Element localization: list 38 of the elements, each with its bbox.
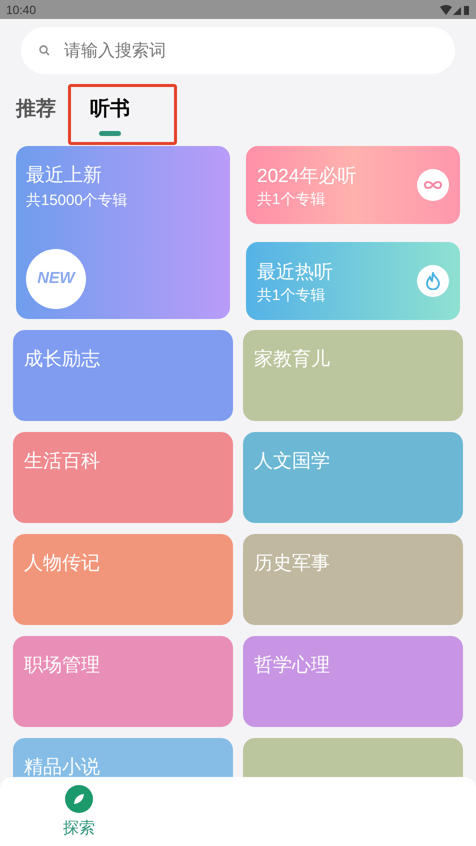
card-subtitle: 共15000个专辑 [26,190,129,211]
category-card[interactable]: 生活百科 [13,432,233,523]
category-tab[interactable]: 推荐 [16,94,56,140]
featured-card[interactable]: 最近热听 共1个专辑 [246,242,460,320]
category-card[interactable]: 哲学心理 [243,636,463,727]
search-field[interactable]: 请输入搜索词 [21,27,455,74]
category-card[interactable]: 人物传记 [13,534,233,625]
search-icon [39,45,50,56]
status-icons [440,4,470,16]
category-card[interactable]: 精品小说 [13,738,233,777]
category-card[interactable]: 历史军事 [243,534,463,625]
category-label: 家教育儿 [254,349,330,370]
flame-icon [426,272,440,290]
category-label: 哲学心理 [254,655,330,676]
category-label: 成长励志 [24,349,100,370]
card-title: 最近上新 [26,164,103,188]
card-title: 最近热听 [257,260,333,285]
category-tab[interactable]: 听书 [90,94,130,140]
category-card[interactable]: 成长励志 [13,330,233,421]
leaf-icon [65,785,93,813]
card-subtitle: 共1个专辑 [257,190,326,210]
featured-card[interactable]: 最近上新 共15000个专辑 NEW [16,146,230,319]
status-time: 10:40 [6,2,36,18]
category-label: 精品小说 [24,757,100,777]
category-label: 人物传记 [24,553,100,574]
category-card[interactable]: 家教育儿 [243,330,463,421]
category-label: 生活百科 [24,451,100,472]
category-label: 职场管理 [24,655,100,676]
infinity-icon [423,180,443,190]
new-badge: NEW [26,249,86,309]
card-title: 2024年必听 [257,164,356,189]
category-card[interactable]: 职场管理 [13,636,233,727]
featured-card[interactable]: 2024年必听 共1个专辑 [246,146,460,224]
nav-tab[interactable]: 探索 [0,777,158,846]
category-label: 历史军事 [254,553,330,574]
card-subtitle: 共1个专辑 [257,286,326,306]
category-label: 人文国学 [254,451,330,472]
category-card[interactable]: 人文国学 [243,432,463,523]
